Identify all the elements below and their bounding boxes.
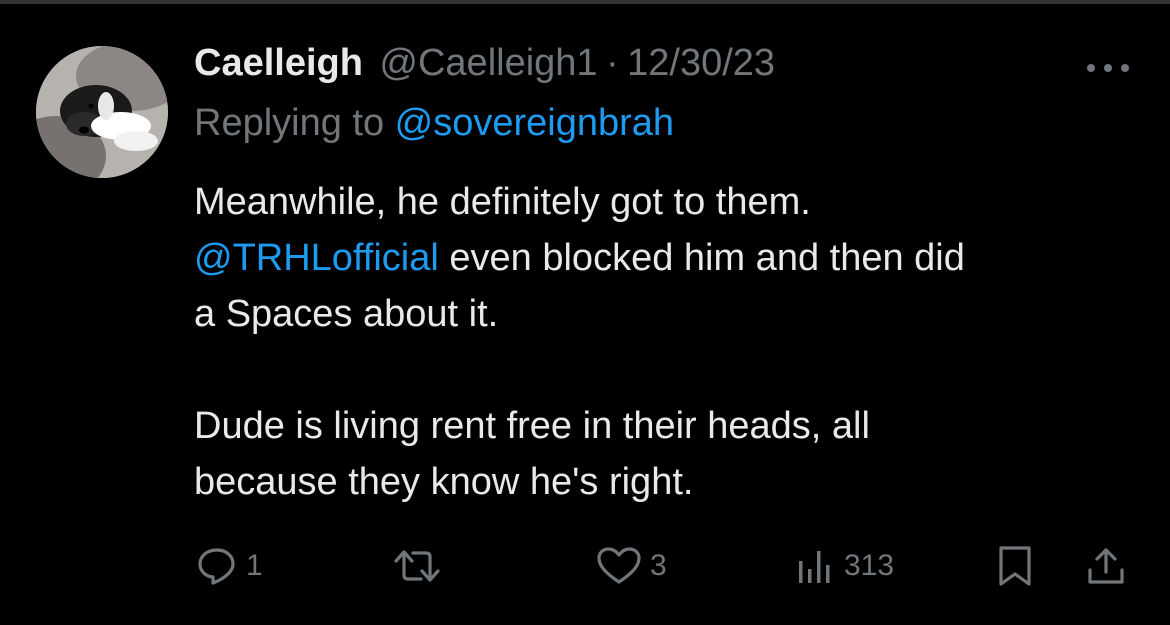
tweet-text-line: @TRHLofficial even blocked him and then … (194, 230, 1144, 286)
share-icon (1084, 544, 1128, 588)
share-button[interactable] (1084, 538, 1128, 594)
tweet-text-line: a Spaces about it. (194, 293, 499, 335)
tweet-text: Meanwhile, he definitely got to them. @T… (194, 174, 1144, 510)
replying-to-label: Replying to (194, 102, 395, 144)
replying-to-mention-link[interactable]: @sovereignbrah (395, 102, 674, 144)
user-handle[interactable]: @Caelleigh1 (379, 42, 597, 84)
like-button[interactable]: 3 (596, 538, 667, 594)
separator-dot: · (606, 42, 619, 84)
tweet-text-line: Meanwhile, he definitely got to them. (194, 181, 811, 223)
avatar-dog-image (36, 46, 168, 178)
heart-icon (596, 545, 642, 587)
retweet-icon (393, 545, 441, 587)
display-name[interactable]: Caelleigh (194, 42, 363, 84)
retweet-button[interactable] (393, 538, 449, 594)
tweet-text-fragment: even blocked him and then did (438, 237, 965, 279)
tweet-text-line: because they know he's right. (194, 461, 694, 503)
views-count: 313 (844, 549, 895, 582)
tweet[interactable]: Caelleigh @Caelleigh1 · 12/30/23 Replyin… (0, 0, 1170, 625)
bookmark-icon (996, 544, 1034, 588)
more-horizontal-icon[interactable] (1086, 60, 1130, 72)
avatar[interactable] (36, 46, 168, 178)
tweet-header: Caelleigh @Caelleigh1 · 12/30/23 (194, 38, 775, 88)
reply-button[interactable]: 1 (196, 538, 263, 594)
reply-count: 1 (246, 549, 263, 582)
post-date[interactable]: 12/30/23 (627, 42, 775, 84)
tweet-text-line: Dude is living rent free in their heads,… (194, 405, 870, 447)
like-count: 3 (650, 549, 667, 582)
replying-to-line: Replying to @sovereignbrah (194, 98, 674, 148)
views-button[interactable]: 313 (796, 538, 894, 594)
views-chart-icon (796, 545, 836, 587)
action-bar: 1 3 313 (0, 538, 1170, 594)
mention-link[interactable]: @TRHLofficial (194, 237, 439, 279)
reply-icon (196, 545, 238, 587)
bookmark-button[interactable] (996, 538, 1034, 594)
